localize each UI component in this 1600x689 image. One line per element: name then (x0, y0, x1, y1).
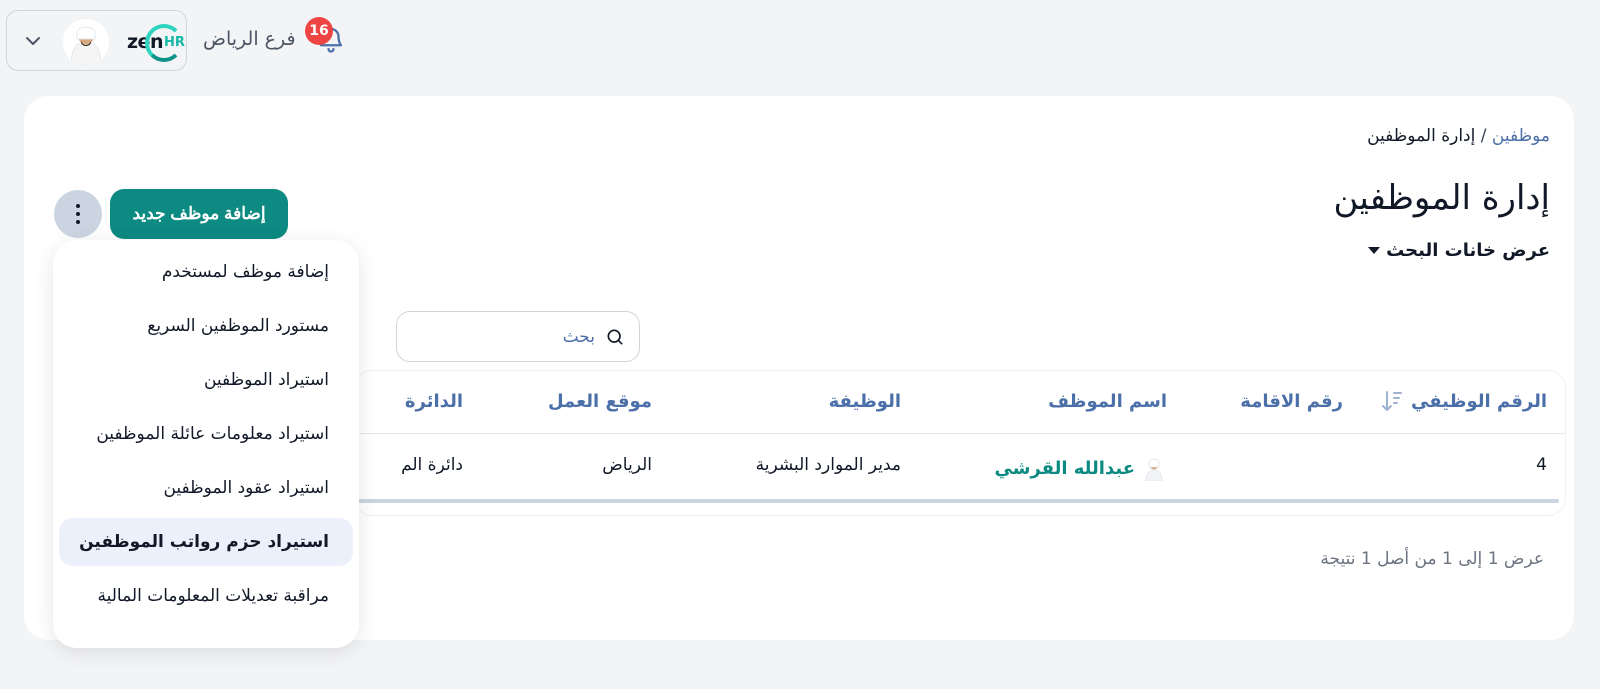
dot-icon (76, 204, 80, 208)
more-options-button[interactable] (54, 190, 102, 238)
search-icon (607, 329, 623, 344)
branch-name[interactable]: فرع الرياض (203, 28, 296, 50)
header-employee-name[interactable]: اسم الموظف (1048, 391, 1167, 412)
user-menu[interactable]: zen HR (6, 10, 187, 71)
cell-work-location: الرياض (602, 455, 652, 475)
chevron-down-icon[interactable] (21, 29, 45, 53)
toggle-search-fields[interactable]: عرض خانات البحث (1368, 240, 1550, 261)
cell-job-title: مدير الموارد البشرية (755, 455, 901, 475)
horizontal-scrollbar[interactable] (355, 499, 1559, 503)
menu-item-financial-audit[interactable]: مراقبة تعديلات المعلومات المالية (59, 572, 353, 620)
toggle-search-label: عرض خانات البحث (1386, 240, 1550, 261)
breadcrumb-separator: / (1480, 126, 1487, 146)
employee-avatar-icon (1141, 455, 1167, 481)
search-placeholder: بحث (562, 326, 595, 347)
dot-icon (76, 220, 80, 224)
header-employee-number[interactable]: الرقم الوظيفي (1411, 391, 1547, 412)
search-input[interactable]: بحث (396, 311, 640, 362)
page-title: إدارة الموظفين (1333, 178, 1550, 218)
notification-badge: 16 (305, 17, 333, 45)
add-employee-button[interactable]: إضافة موظف جديد (110, 189, 288, 239)
avatar[interactable] (63, 19, 109, 65)
employees-table: الرقم الوظيفي رقم الاقامة اسم الموظف الو… (354, 370, 1566, 516)
sort-icon[interactable] (1381, 389, 1403, 415)
menu-item-import-employees[interactable]: استيراد الموظفين (59, 356, 353, 404)
dot-icon (76, 212, 80, 216)
header-divider (355, 433, 1565, 434)
pagination-summary: عرض 1 إلى 1 من أصل 1 نتيجة (1320, 549, 1544, 569)
header-department[interactable]: الدائرة (405, 391, 463, 412)
zenhr-logo: zen HR (127, 24, 185, 62)
cell-employee-number: 4 (1536, 455, 1547, 475)
breadcrumb-current: إدارة الموظفين (1367, 126, 1476, 146)
header-work-location[interactable]: موقع العمل (548, 391, 652, 412)
breadcrumb-link-employees[interactable]: موظفين (1492, 126, 1550, 146)
caret-down-icon (1368, 247, 1381, 254)
cell-department: دائرة الم (401, 455, 463, 475)
menu-item-import-family-info[interactable]: استيراد معلومات عائلة الموظفين (59, 410, 353, 458)
breadcrumb: موظفين / إدارة الموظفين (1367, 126, 1550, 146)
more-options-menu: إضافة موظف لمستخدم مستورد الموظفين السري… (53, 240, 359, 648)
cell-employee-name[interactable]: عبدالله القرشي (995, 455, 1167, 481)
employee-name-link[interactable]: عبدالله القرشي (995, 458, 1136, 479)
menu-item-import-salary-packages[interactable]: استيراد حزم رواتب الموظفين (59, 518, 353, 566)
header-residence-number[interactable]: رقم الاقامة (1240, 391, 1343, 412)
menu-item-add-employee-to-user[interactable]: إضافة موظف لمستخدم (59, 248, 353, 296)
header-job-title[interactable]: الوظيفة (829, 391, 901, 412)
menu-item-quick-importer[interactable]: مستورد الموظفين السريع (59, 302, 353, 350)
menu-item-import-contracts[interactable]: استيراد عقود الموظفين (59, 464, 353, 512)
